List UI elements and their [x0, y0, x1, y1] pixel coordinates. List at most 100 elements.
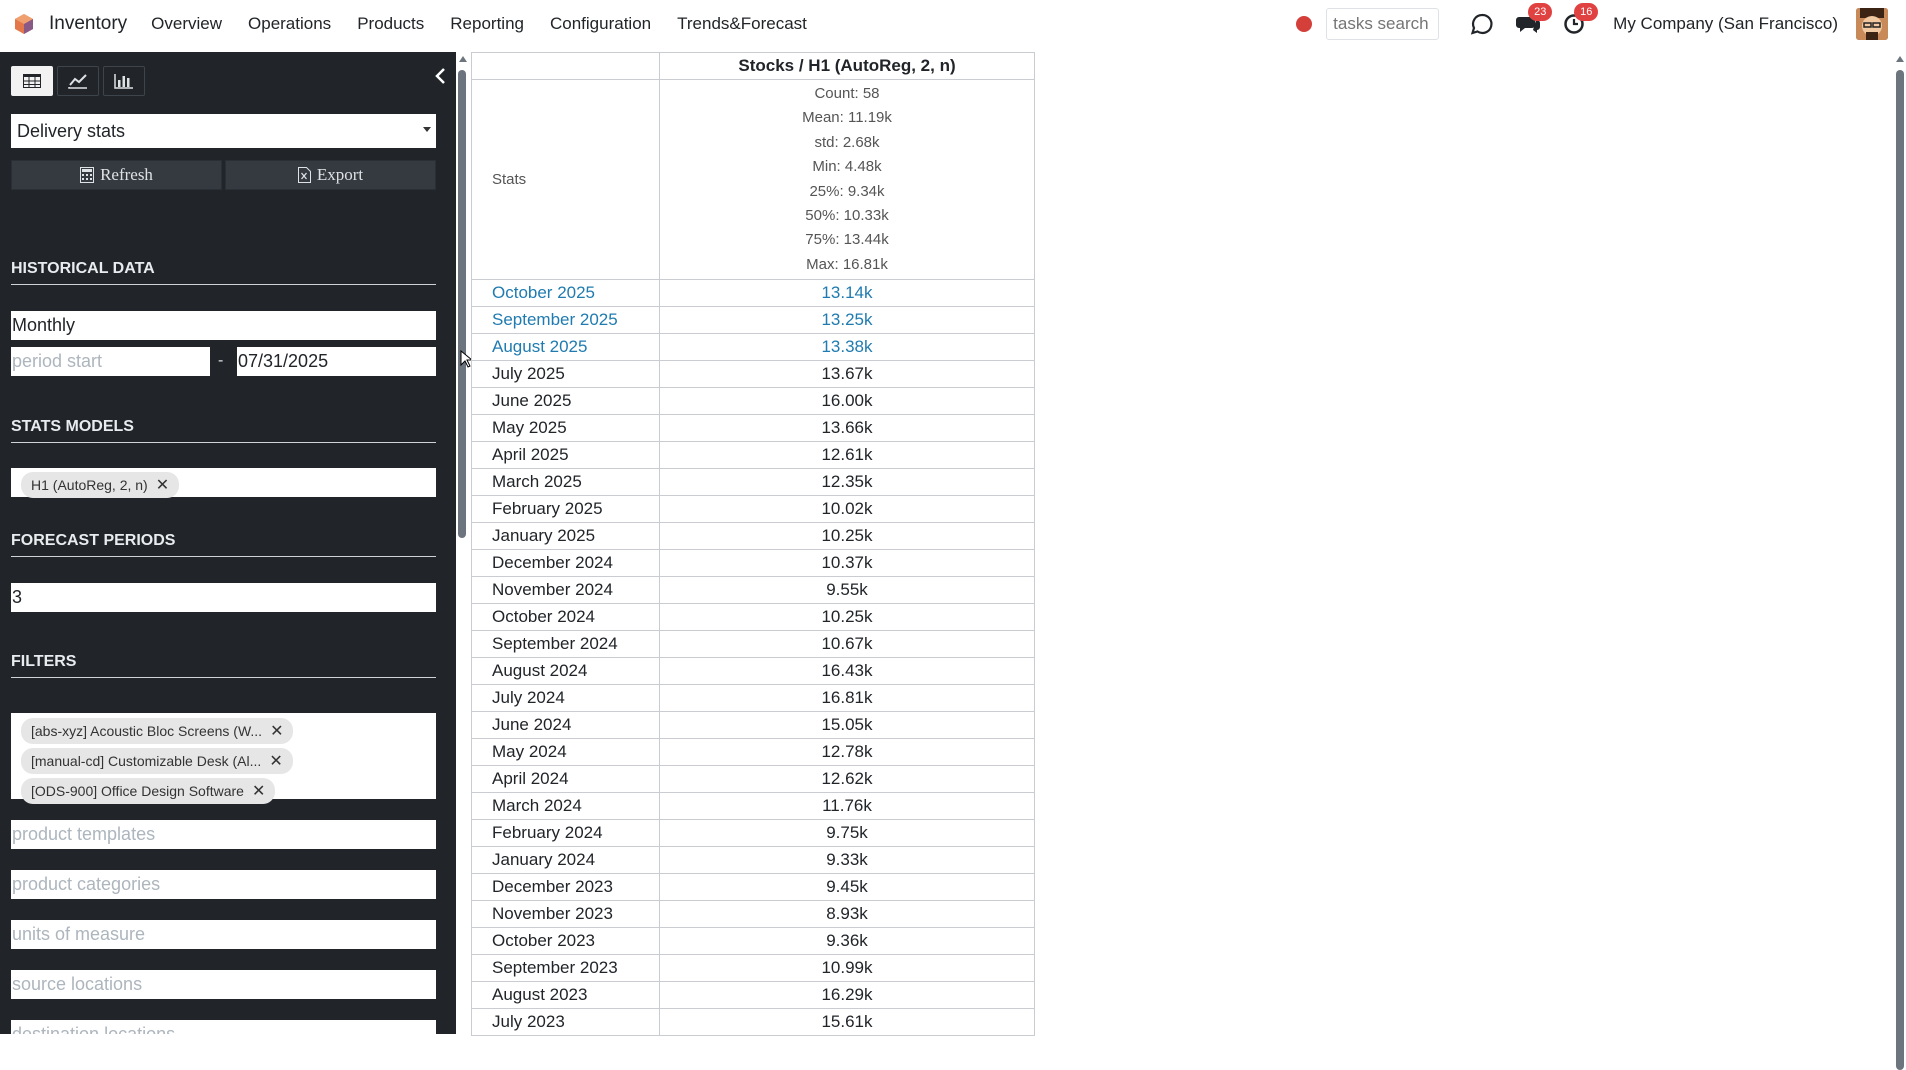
filter-tag: [ODS-900] Office Design Software ✕ — [21, 778, 276, 804]
table-row[interactable]: February 2024 9.75k — [471, 819, 1035, 848]
bar-chart-view-button[interactable] — [103, 66, 145, 96]
table-row[interactable]: January 2024 9.33k — [471, 846, 1035, 875]
export-button[interactable]: Export — [225, 160, 436, 190]
tasks-search-input[interactable] — [1326, 8, 1440, 40]
scrollbar-thumb[interactable] — [458, 70, 466, 538]
stats-models-field[interactable]: H1 (AutoReg, 2, n) ✕ — [11, 468, 436, 498]
remove-tag-icon[interactable]: ✕ — [269, 751, 282, 771]
table-row[interactable]: June 2025 16.00k — [471, 387, 1035, 416]
table-row[interactable]: May 2024 12.78k — [471, 738, 1035, 767]
table-row[interactable]: December 2024 10.37k — [471, 549, 1035, 578]
value-cell: 13.14k — [659, 279, 1035, 308]
table-row[interactable]: January 2025 10.25k — [471, 522, 1035, 551]
refresh-label: Refresh — [100, 165, 153, 184]
table-row[interactable]: July 2025 13.67k — [471, 360, 1035, 389]
period-cell: January 2024 — [471, 846, 660, 875]
menu-overview[interactable]: Overview — [138, 14, 235, 34]
remove-tag-icon[interactable]: ✕ — [270, 721, 283, 741]
table-row[interactable]: March 2025 12.35k — [471, 468, 1035, 497]
company-switcher[interactable]: My Company (San Francisco) — [1613, 14, 1838, 34]
table-row[interactable]: September 2024 10.67k — [471, 630, 1035, 659]
activities-clock-icon[interactable]: 16 — [1561, 3, 1599, 37]
discuss-icon[interactable] — [1469, 11, 1495, 37]
forecast-table: Stocks / H1 (AutoReg, 2, n) Stats Count:… — [471, 52, 1035, 1037]
period-granularity-field[interactable]: Monthly — [11, 311, 436, 340]
table-row[interactable]: May 2025 13.66k — [471, 414, 1035, 443]
table-row[interactable]: November 2024 9.55k — [471, 576, 1035, 605]
table-row[interactable]: September 2025 13.25k — [471, 306, 1035, 335]
stat-max: Max: 16.81k — [806, 255, 888, 273]
table-row[interactable]: July 2023 15.61k — [471, 1008, 1035, 1037]
table-row[interactable]: November 2023 8.93k — [471, 900, 1035, 929]
menu-trends-forecast[interactable]: Trends&Forecast — [664, 14, 820, 34]
menu-products[interactable]: Products — [344, 14, 437, 34]
source-locations-input[interactable]: source locations — [11, 970, 436, 999]
units-of-measure-input[interactable]: units of measure — [11, 920, 436, 949]
series-header[interactable]: Stocks / H1 (AutoReg, 2, n) — [659, 52, 1035, 80]
period-cell: August 2025 — [471, 333, 660, 362]
value-cell: 9.75k — [659, 819, 1035, 848]
table-row[interactable]: March 2024 11.76k — [471, 792, 1035, 821]
period-cell: June 2025 — [471, 387, 660, 416]
table-row[interactable]: September 2023 10.99k — [471, 954, 1035, 983]
top-navbar: Inventory Overview Operations Products R… — [0, 0, 1906, 48]
sidebar-scrollbar[interactable] — [457, 52, 468, 1034]
line-chart-view-button[interactable] — [57, 66, 99, 96]
forecast-periods-input[interactable]: 3 — [11, 583, 436, 612]
value-cell: 16.43k — [659, 657, 1035, 686]
table-row[interactable]: April 2024 12.62k — [471, 765, 1035, 794]
stat-std: std: 2.68k — [814, 133, 880, 151]
table-row[interactable]: July 2024 16.81k — [471, 684, 1035, 713]
stat-count: Count: 58 — [814, 85, 880, 102]
menu-reporting[interactable]: Reporting — [437, 14, 537, 34]
filter-tag-label: [ODS-900] Office Design Software — [31, 783, 244, 799]
product-filter-field[interactable]: [abs-xyz] Acoustic Bloc Screens (W... ✕ … — [11, 713, 436, 804]
table-row[interactable]: August 2025 13.38k — [471, 333, 1035, 362]
table-row[interactable]: June 2024 15.05k — [471, 711, 1035, 740]
table-row[interactable]: October 2023 9.36k — [471, 927, 1035, 956]
scroll-up-arrow-icon[interactable] — [1896, 56, 1904, 62]
value-cell: 9.45k — [659, 873, 1035, 902]
product-templates-input[interactable]: product templates — [11, 820, 436, 849]
table-row[interactable]: October 2024 10.25k — [471, 603, 1035, 632]
table-row[interactable]: August 2024 16.43k — [471, 657, 1035, 686]
report-type-select[interactable]: Delivery stats — [11, 114, 436, 148]
scroll-up-arrow-icon[interactable] — [459, 56, 467, 62]
table-row[interactable]: February 2025 10.02k — [471, 495, 1035, 524]
period-cell: April 2024 — [471, 765, 660, 794]
table-row[interactable]: December 2023 9.45k — [471, 873, 1035, 902]
remove-tag-icon[interactable]: ✕ — [252, 781, 265, 801]
inventory-logo-icon[interactable] — [13, 13, 35, 35]
value-cell: 12.62k — [659, 765, 1035, 794]
main-menu: Overview Operations Products Reporting C… — [138, 14, 820, 34]
messages-icon[interactable]: 23 — [1515, 3, 1553, 37]
period-cell: April 2025 — [471, 441, 660, 470]
table-view-button[interactable] — [11, 66, 53, 96]
export-label: Export — [316, 165, 364, 184]
table-header-row: Stocks / H1 (AutoReg, 2, n) — [471, 52, 1035, 80]
menu-configuration[interactable]: Configuration — [537, 14, 664, 34]
table-row[interactable]: October 2025 13.14k — [471, 279, 1035, 308]
period-end-input[interactable]: 07/31/2025 — [237, 347, 436, 376]
page-scrollbar[interactable] — [1894, 52, 1906, 1070]
value-cell: 9.55k — [659, 576, 1035, 605]
product-categories-input[interactable]: product categories — [11, 870, 436, 899]
stats-values-cell: Count: 58 Mean: 11.19k std: 2.68k Min: 4… — [659, 78, 1035, 281]
record-indicator-icon[interactable] — [1296, 16, 1313, 32]
table-row[interactable]: April 2025 12.61k — [471, 441, 1035, 470]
stat-25: 25%: 9.34k — [809, 182, 885, 200]
header-corner-cell — [471, 52, 660, 80]
user-avatar[interactable] — [1856, 8, 1888, 40]
line-chart-icon — [68, 74, 87, 89]
scrollbar-thumb[interactable] — [1896, 70, 1904, 1070]
collapse-sidebar-chevron-icon[interactable] — [432, 66, 448, 86]
period-start-input[interactable]: period start — [11, 347, 210, 376]
refresh-button[interactable]: Refresh — [11, 160, 222, 190]
table-row[interactable]: August 2023 16.29k — [471, 981, 1035, 1010]
remove-tag-icon[interactable]: ✕ — [156, 475, 169, 495]
period-cell: August 2024 — [471, 657, 660, 686]
app-name[interactable]: Inventory — [49, 13, 127, 35]
destination-locations-input[interactable]: destination locations — [11, 1020, 436, 1034]
menu-operations[interactable]: Operations — [235, 14, 344, 34]
period-cell: September 2023 — [471, 954, 660, 983]
